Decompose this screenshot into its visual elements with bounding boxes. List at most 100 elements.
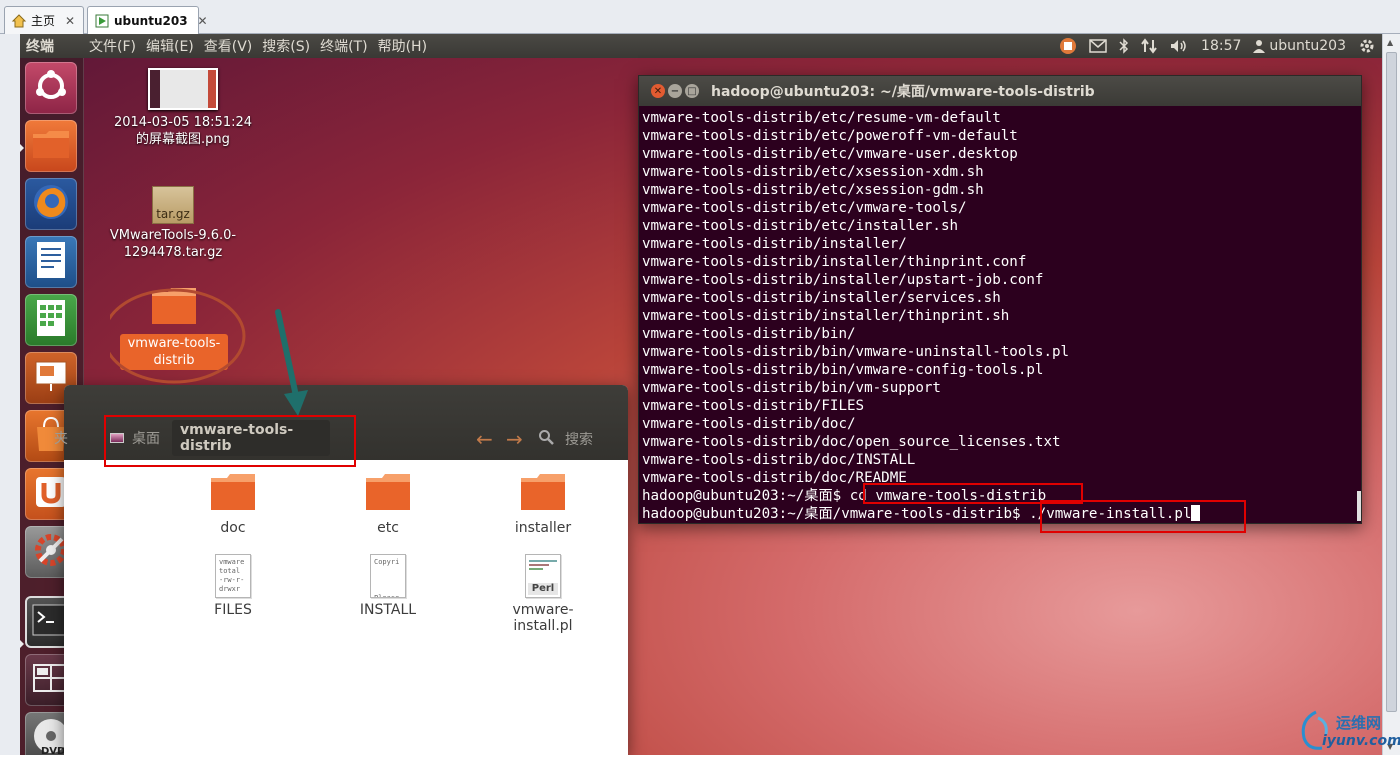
top-panel: 终端 文件(F) 编辑(E) 查看(V) 搜索(S) 终端(T) 帮助(H) 1… — [20, 34, 1382, 58]
terminal-line: vmware-tools-distrib/FILES — [642, 398, 865, 414]
host-scrollbar[interactable]: ▲ ▼ — [1382, 34, 1400, 755]
terminal-line: hadoop@ubuntu203:~/桌面/vmware-tools-distr… — [642, 505, 1361, 523]
desktop-icon-label: 2014-03-05 18:51:24 — [113, 115, 253, 130]
mail-icon[interactable] — [1089, 39, 1107, 53]
file-name: vmware-install.pl — [512, 602, 574, 634]
terminal-titlebar[interactable]: ✕ − □ hadoop@ubuntu203: ~/桌面/vmware-tool… — [639, 76, 1361, 106]
network-icon[interactable] — [1141, 38, 1157, 54]
firefox-icon — [31, 182, 71, 226]
svg-text:DVD: DVD — [41, 746, 65, 755]
menu-edit[interactable]: 编辑(E) — [141, 36, 199, 56]
folder-icon — [519, 472, 567, 516]
prompt: hadoop@ubuntu203:~/桌面/vmware-tools-distr… — [642, 506, 1030, 522]
running-indicator — [20, 144, 24, 152]
running-indicator — [20, 640, 24, 648]
terminal-lines: vmware-tools-distrib/etc/resume-vm-defau… — [642, 109, 1361, 487]
menu-help[interactable]: 帮助(H) — [373, 36, 432, 56]
terminal-output[interactable]: vmware-tools-distrib/etc/resume-vm-defau… — [639, 106, 1361, 523]
terminal-line: vmware-tools-distrib/bin/vmware-uninstal… — [642, 344, 1070, 360]
annotation-ellipse — [110, 288, 246, 384]
terminal-line: vmware-tools-distrib/etc/resume-vm-defau… — [642, 110, 1001, 126]
gear-icon[interactable] — [1358, 37, 1376, 55]
minimize-button[interactable]: − — [668, 84, 682, 98]
home-icon — [11, 13, 27, 29]
clock[interactable]: 18:57 — [1201, 38, 1241, 54]
launcher-firefox[interactable] — [25, 178, 77, 230]
menu-terminal[interactable]: 终端(T) — [315, 36, 372, 56]
desktop-icon-archive[interactable]: tar.gz VMwareTools-9.6.0- 1294478.tar.gz — [98, 186, 248, 261]
screenshot-thumbnail-icon — [148, 68, 218, 110]
back-arrow-icon[interactable]: ← — [476, 427, 493, 451]
file-name: doc — [220, 520, 246, 536]
watermark-site-cn: 运维网 — [1336, 714, 1382, 732]
vm-screen: 终端 文件(F) 编辑(E) 查看(V) 搜索(S) 终端(T) 帮助(H) 1… — [20, 34, 1382, 755]
annotation-arrowhead — [284, 390, 308, 416]
calc-icon — [36, 299, 66, 341]
scroll-thumb[interactable] — [1386, 52, 1397, 712]
folder-icon — [364, 472, 412, 516]
file-name: installer — [514, 520, 572, 536]
desktop-icon-label: VMwareTools-9.6.0- — [109, 228, 237, 243]
user-menu[interactable]: ubuntu203 — [1253, 38, 1346, 54]
file-name: INSTALL — [359, 602, 417, 618]
terminal-line: vmware-tools-distrib/installer/thinprint… — [642, 254, 1027, 270]
desktop-icon-label: 的屏幕截图.png — [136, 132, 230, 147]
archive-icon: tar.gz — [152, 186, 194, 224]
menu-search[interactable]: 搜索(S) — [257, 36, 315, 56]
file-item-files[interactable]: vmware total -rw-r- drwxr FILES — [173, 554, 293, 618]
file-item-vmware-install[interactable]: Perl vmware-install.pl — [483, 554, 603, 634]
host-tab-home[interactable]: 主页 ✕ — [4, 6, 84, 34]
close-button[interactable]: ✕ — [651, 84, 665, 98]
folder-icon — [209, 472, 257, 516]
file-item-doc[interactable]: doc — [173, 472, 293, 536]
terminal-line: vmware-tools-distrib/installer/upstart-j… — [642, 272, 1044, 288]
host-tab-label: ubuntu203 — [114, 13, 188, 28]
close-icon[interactable]: ✕ — [198, 14, 208, 28]
annotation-box — [1040, 500, 1246, 533]
impress-icon — [34, 359, 68, 397]
search-label[interactable]: 搜索 — [565, 429, 593, 449]
terminal-line: vmware-tools-distrib/bin/vmware-config-t… — [642, 362, 1044, 378]
terminal-title: hadoop@ubuntu203: ~/桌面/vmware-tools-dist… — [711, 84, 1095, 100]
writer-icon — [36, 241, 66, 283]
terminal-line: vmware-tools-distrib/doc/ — [642, 416, 856, 432]
archive-icon-text: tar.gz — [156, 207, 190, 221]
terminal-scrollbar[interactable] — [1357, 491, 1361, 521]
terminal-line: vmware-tools-distrib/etc/xsession-xdm.sh — [642, 164, 984, 180]
menu-file[interactable]: 文件(F) — [84, 36, 141, 56]
file-item-installer[interactable]: installer — [483, 472, 603, 536]
annotation-arrow — [275, 309, 299, 399]
scroll-up-icon[interactable]: ▲ — [1387, 38, 1393, 47]
perl-badge: Perl — [528, 583, 558, 595]
launcher-writer[interactable] — [25, 236, 77, 288]
terminal-line: vmware-tools-distrib/etc/poweroff-vm-def… — [642, 128, 1018, 144]
maximize-button[interactable]: □ — [685, 84, 699, 98]
breadcrumb-partial[interactable]: 夹 — [54, 420, 68, 456]
launcher-dash-home[interactable] — [25, 62, 77, 114]
forward-arrow-icon[interactable]: → — [506, 427, 523, 451]
close-icon[interactable]: ✕ — [65, 14, 75, 28]
watermark: 运维网 iyunv.com — [1296, 708, 1400, 754]
prompt: hadoop@ubuntu203:~/桌面$ — [642, 488, 850, 504]
launcher-files[interactable] — [25, 120, 77, 172]
terminal-line: vmware-tools-distrib/bin/ — [642, 326, 856, 342]
host-tab-vm[interactable]: ubuntu203 ✕ — [87, 6, 208, 34]
file-list: doc etc installer vmware total -rw-r- dr… — [64, 460, 628, 755]
menu-view[interactable]: 查看(V) — [199, 36, 258, 56]
launcher-calc[interactable] — [25, 294, 77, 346]
ubuntu-logo-icon — [34, 69, 68, 107]
volume-icon[interactable] — [1169, 38, 1189, 54]
terminal-line: vmware-tools-distrib/bin/vm-support — [642, 380, 941, 396]
update-icon[interactable] — [1059, 37, 1077, 55]
file-item-install[interactable]: Copyri Please INSTALL — [328, 554, 448, 618]
watermark-site-url: iyunv.com — [1322, 733, 1400, 749]
active-app-name: 终端 — [26, 39, 54, 55]
terminal-line: vmware-tools-distrib/doc/open_source_lic… — [642, 434, 1061, 450]
desktop-icon-screenshot[interactable]: 2014-03-05 18:51:24 的屏幕截图.png — [108, 68, 258, 148]
host-tab-label: 主页 — [31, 14, 56, 28]
file-item-etc[interactable]: etc — [328, 472, 448, 536]
bluetooth-icon[interactable] — [1119, 38, 1129, 54]
terminal-line: vmware-tools-distrib/doc/INSTALL — [642, 452, 916, 468]
search-icon[interactable] — [538, 429, 554, 449]
user-icon — [1253, 39, 1266, 53]
